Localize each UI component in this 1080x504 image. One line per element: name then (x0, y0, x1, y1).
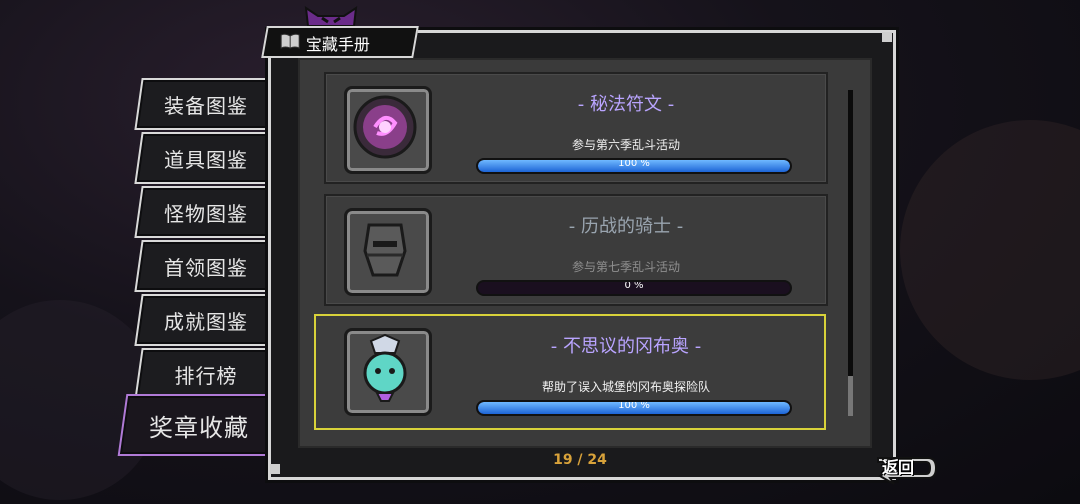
medal-icon-frame (344, 86, 432, 174)
background-shape (900, 120, 1080, 380)
medal-description: 帮助了误入城堡的冈布奥探险队 (541, 380, 710, 394)
veteran-knight-icon (363, 223, 407, 277)
medal-title: - 历战的骑士 - (568, 216, 684, 237)
medal-progress-bar: 0 % (476, 280, 792, 296)
scrollbar-track[interactable] (848, 90, 853, 416)
demon-horns-icon (304, 6, 358, 27)
scrollbar-thumb[interactable] (848, 376, 853, 416)
progress-label: 100 % (618, 400, 650, 411)
arcane-rune-icon (353, 95, 417, 159)
panel-title: 宝藏手册 (305, 35, 370, 54)
panel-corner (270, 464, 280, 474)
medal-progress-bar: 100 % (476, 158, 792, 174)
panel-title-tab: 宝藏手册 (261, 26, 419, 58)
medal-title: - 秘法符文 - (577, 94, 675, 115)
progress-label: 100 % (618, 158, 650, 169)
back-button-label: 返回 (882, 458, 915, 477)
medal-description: 参与第六季乱斗活动 (571, 138, 680, 152)
medal-title: - 不思议的冈布奥 - (550, 336, 702, 357)
progress-label: 0 % (624, 280, 644, 291)
medal-description: 参与第七季乱斗活动 (571, 260, 680, 274)
medal-icon-frame (344, 208, 432, 296)
panel-corner (882, 32, 892, 42)
back-button[interactable]: 返回 (872, 450, 942, 490)
medal-card[interactable]: - 历战的骑士 - 参与第七季乱斗活动 0 % (324, 194, 828, 306)
book-icon (280, 33, 300, 49)
page-indicator: 19 / 24 (553, 452, 607, 468)
medal-card-selected[interactable]: - 不思议的冈布奥 - 帮助了误入城堡的冈布奥探险队 100 % (314, 314, 826, 430)
gumball-robot-icon (363, 333, 407, 402)
medal-card[interactable]: - 秘法符文 - 参与第六季乱斗活动 100 % (324, 72, 828, 184)
medal-icon-frame (344, 328, 432, 416)
tab-label: 奖章收藏 (149, 413, 249, 442)
medal-progress-bar: 100 % (476, 400, 792, 416)
